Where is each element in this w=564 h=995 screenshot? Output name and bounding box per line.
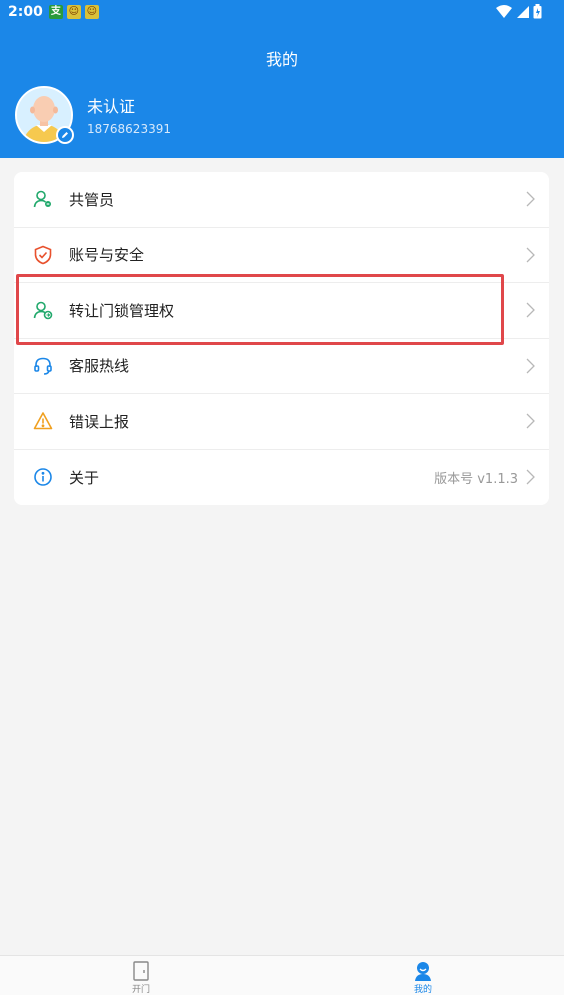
menu-item-account-security[interactable]: 账号与安全 bbox=[14, 228, 549, 283]
menu-card: 共管员 账号与安全 转让门锁管理权 客服热线 错误上报 关于 版本号 v1.1.… bbox=[14, 172, 549, 505]
tab-open-door[interactable]: 开门 bbox=[0, 956, 282, 995]
menu-item-customer-service[interactable]: 客服热线 bbox=[14, 339, 549, 394]
edit-icon[interactable] bbox=[56, 126, 74, 144]
app-notification-icon: 支 bbox=[48, 5, 63, 19]
menu-item-label: 错误上报 bbox=[69, 412, 130, 431]
tabbar: 开门 我的 bbox=[0, 955, 564, 995]
warning-icon bbox=[32, 410, 54, 432]
menu-item-label: 客服热线 bbox=[69, 357, 130, 376]
wifi-icon bbox=[496, 4, 512, 18]
status-time: 2:00 bbox=[8, 4, 43, 20]
page-title: 我的 bbox=[265, 50, 298, 69]
battery-icon bbox=[533, 4, 542, 19]
app-notification-icon: ☺ bbox=[66, 5, 81, 19]
menu-item-label: 关于 bbox=[69, 468, 100, 487]
app-notification-icon: ☺ bbox=[84, 5, 99, 19]
tab-profile[interactable]: 我的 bbox=[282, 956, 564, 995]
tab-label: 开门 bbox=[131, 985, 150, 995]
profile-icon bbox=[415, 962, 431, 981]
info-icon bbox=[32, 466, 54, 488]
menu-item-transfer-lock-admin[interactable]: 转让门锁管理权 bbox=[14, 283, 549, 339]
system-icons bbox=[496, 4, 542, 19]
chevron-right-icon bbox=[526, 191, 535, 207]
user-icon bbox=[32, 188, 54, 210]
chevron-right-icon bbox=[526, 413, 535, 429]
signal-icon bbox=[517, 5, 529, 18]
status-bar: 2:00 支 ☺ ☺ bbox=[0, 0, 564, 24]
chevron-right-icon bbox=[526, 302, 535, 318]
user-phone: 18768623391 bbox=[87, 122, 171, 136]
menu-item-label: 转让门锁管理权 bbox=[69, 301, 175, 320]
version-text: 版本号 v1.1.3 bbox=[434, 471, 518, 487]
chevron-right-icon bbox=[526, 469, 535, 485]
headset-icon bbox=[32, 355, 54, 377]
shield-check-icon bbox=[32, 244, 54, 266]
tab-label: 我的 bbox=[413, 985, 432, 995]
menu-item-label: 共管员 bbox=[69, 190, 115, 209]
header: 2:00 支 ☺ ☺ 我的 未认证 18768623391 bbox=[0, 0, 564, 158]
menu-item-label: 账号与安全 bbox=[69, 246, 145, 265]
menu-item-co-admin[interactable]: 共管员 bbox=[14, 172, 549, 228]
user-transfer-icon bbox=[32, 299, 54, 321]
menu-item-error-report[interactable]: 错误上报 bbox=[14, 394, 549, 450]
chevron-right-icon bbox=[526, 247, 535, 263]
chevron-right-icon bbox=[526, 358, 535, 374]
door-icon bbox=[133, 961, 149, 981]
user-name: 未认证 bbox=[87, 97, 136, 116]
menu-item-about[interactable]: 关于 版本号 v1.1.3 bbox=[14, 450, 549, 506]
